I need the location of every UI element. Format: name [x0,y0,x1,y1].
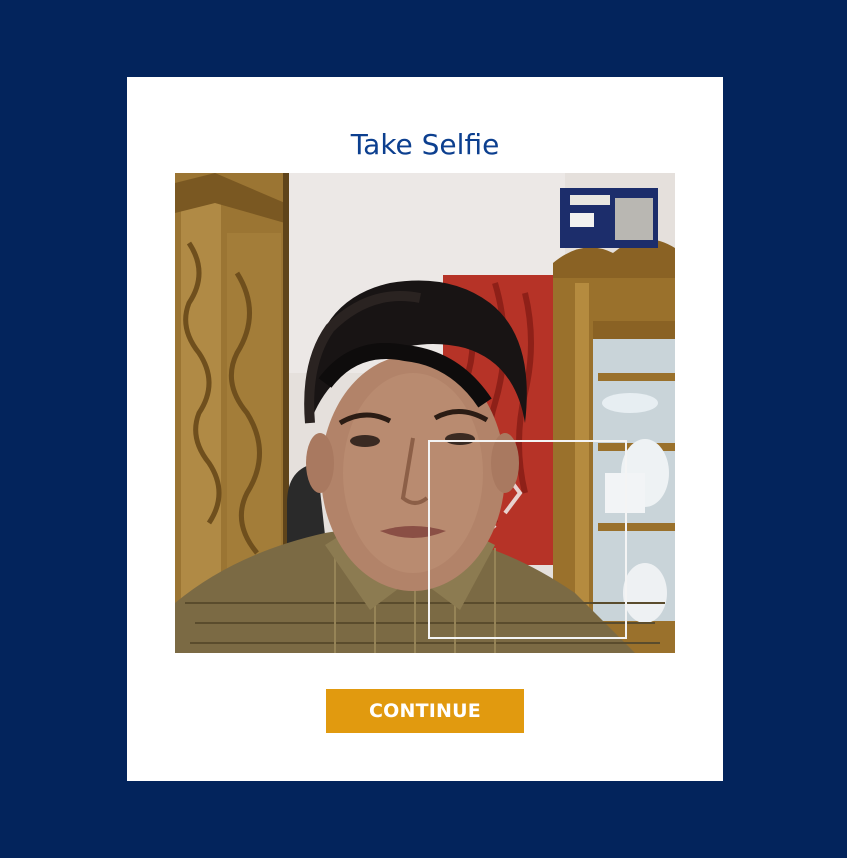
dialog-title: Take Selfie [350,128,500,161]
continue-button[interactable]: CONTINUE [326,689,524,733]
face-detection-frame [428,440,627,639]
selfie-dialog: Take Selfie CONTINUE [127,77,723,781]
camera-preview [175,173,675,653]
